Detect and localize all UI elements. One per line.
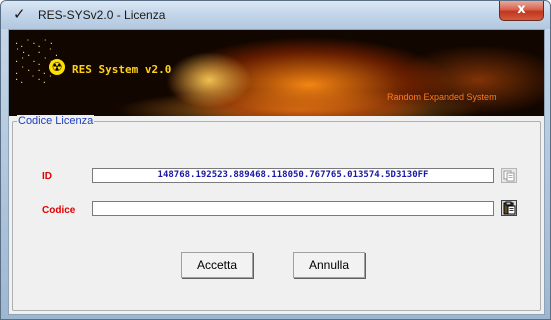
code-label: Codice xyxy=(42,205,76,216)
code-input[interactable] xyxy=(92,201,494,216)
app-check-icon: ✓ xyxy=(13,5,26,23)
banner-image: ·.˙·.˙· ˙·. · ˙. ·˙ ·.˙· .˙· ·.˙ ·. ˙·.˙ ☢ R… xyxy=(9,30,544,116)
license-groupbox: Codice Licenza xyxy=(12,115,541,311)
license-window: ✓ RES-SYSv2.0 - Licenza x ·.˙·.˙· ˙·. · ˙… xyxy=(0,0,551,320)
copy-icon xyxy=(503,170,515,182)
id-value: 148768.192523.889468.118050.767765.01357… xyxy=(157,170,429,180)
cancel-button[interactable]: Annulla xyxy=(293,252,365,278)
paste-code-button[interactable] xyxy=(501,200,517,216)
banner-subtitle: Random Expanded System xyxy=(387,92,497,102)
copy-id-button[interactable] xyxy=(501,168,517,183)
accept-button[interactable]: Accetta xyxy=(181,252,253,278)
banner-title: RES System v2.0 xyxy=(72,63,172,76)
title-bar[interactable]: ✓ RES-SYSv2.0 - Licenza x xyxy=(1,1,550,29)
groupbox-legend: Codice Licenza xyxy=(17,115,95,127)
paste-icon xyxy=(503,201,516,215)
radiation-logo-icon: ☢ xyxy=(49,59,65,75)
window-title: RES-SYSv2.0 - Licenza xyxy=(38,8,166,22)
id-label: ID xyxy=(42,171,52,182)
dialog-body: ·.˙·.˙· ˙·. · ˙. ·˙ ·.˙· .˙· ·.˙ ·. ˙·.˙ ☢ R… xyxy=(8,29,545,315)
close-button[interactable]: x xyxy=(499,1,544,21)
id-field[interactable]: 148768.192523.889468.118050.767765.01357… xyxy=(92,168,494,183)
